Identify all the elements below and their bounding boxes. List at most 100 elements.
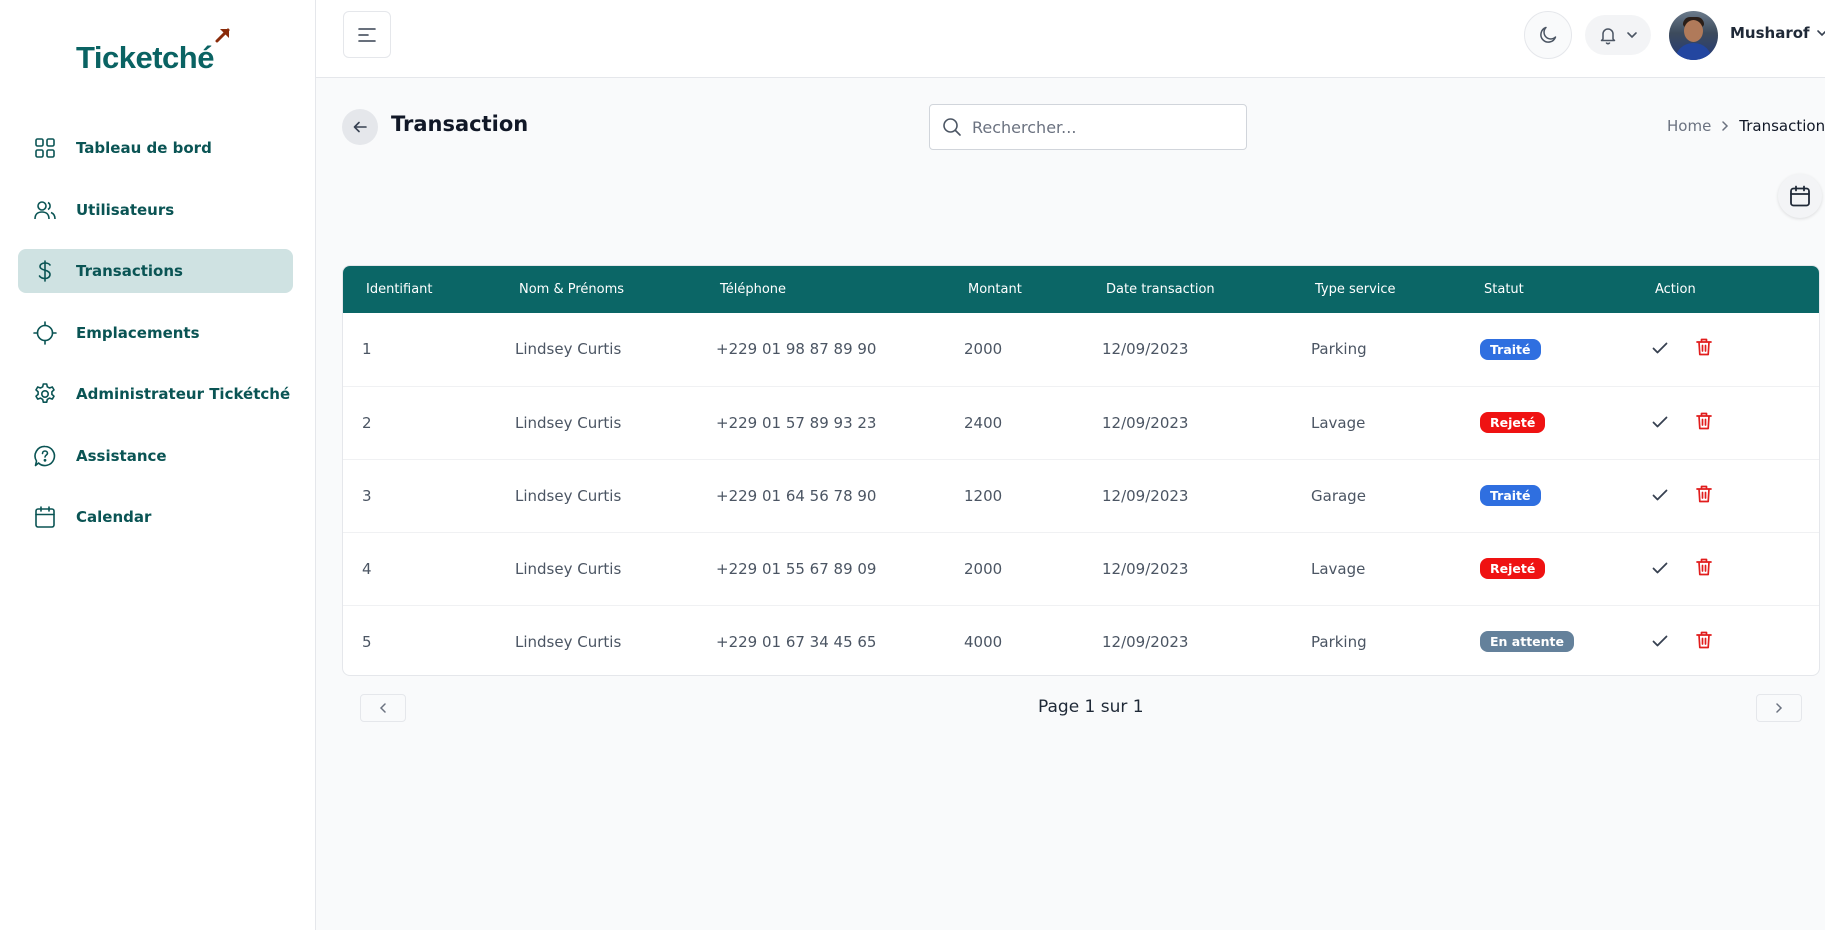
cell-name: Lindsey Curtis xyxy=(515,559,622,578)
transactions-table: Identifiant Nom & Prénoms Téléphone Mont… xyxy=(342,265,1820,676)
cell-service: Parking xyxy=(1311,632,1367,651)
chevron-right-icon xyxy=(1776,703,1783,713)
cell-status: Traité xyxy=(1461,459,1632,532)
delete-button[interactable] xyxy=(1696,558,1712,580)
column-header-date[interactable]: Date transaction xyxy=(1083,266,1292,313)
approve-button[interactable] xyxy=(1652,560,1668,578)
cell-actions xyxy=(1632,605,1819,675)
cell-actions xyxy=(1632,313,1819,386)
column-header-action: Action xyxy=(1655,282,1696,297)
pagination-info: Page 1 sur 1 xyxy=(1038,697,1144,717)
top-bar: Musharof xyxy=(316,0,1825,78)
brand-logo[interactable]: Ticketché xyxy=(76,26,230,76)
sidebar-item-assistance[interactable]: Assistance xyxy=(18,434,293,478)
column-header-status[interactable]: Statut xyxy=(1461,266,1632,313)
search-box xyxy=(929,104,1247,150)
approve-button[interactable] xyxy=(1652,414,1668,432)
moon-icon xyxy=(1540,26,1557,43)
cell-service: Lavage xyxy=(1311,413,1366,432)
table-row: 4 Lindsey Curtis +229 01 55 67 89 09 2000 12… xyxy=(343,532,1819,605)
cell-phone: +229 01 67 34 45 65 xyxy=(716,632,877,651)
back-button[interactable] xyxy=(342,109,378,145)
cell-date: 12/09/2023 xyxy=(1102,632,1189,651)
user-menu[interactable]: Musharof xyxy=(1730,24,1825,42)
chevron-right-icon xyxy=(1722,121,1729,131)
brand-name: Ticketché xyxy=(76,40,214,75)
cell-phone: +229 01 57 89 93 23 xyxy=(716,413,877,432)
cell-amount: 2000 xyxy=(964,340,1003,359)
table-row: 3 Lindsey Curtis +229 01 64 56 78 90 1200 12… xyxy=(343,459,1819,532)
column-header-id[interactable]: Identifiant xyxy=(343,266,496,313)
breadcrumb: Home Transaction xyxy=(1667,117,1825,135)
help-chat-icon xyxy=(32,443,58,469)
cell-date: 12/09/2023 xyxy=(1102,486,1189,505)
cell-id: 4 xyxy=(362,559,372,578)
next-page-button[interactable] xyxy=(1756,694,1802,722)
trash-icon xyxy=(1696,412,1712,429)
delete-button[interactable] xyxy=(1696,485,1712,507)
calendar-icon xyxy=(1790,185,1810,207)
sidebar-item-locations[interactable]: Emplacements xyxy=(18,311,293,355)
sidebar-item-admin[interactable]: Administrateur Tickétché xyxy=(18,372,293,416)
column-header-phone[interactable]: Téléphone xyxy=(697,266,945,313)
column-header-amount[interactable]: Montant xyxy=(945,266,1083,313)
notifications-button[interactable] xyxy=(1585,15,1651,55)
search-icon xyxy=(943,118,961,136)
breadcrumb-home[interactable]: Home xyxy=(1667,117,1711,135)
cell-amount: 2000 xyxy=(964,559,1003,578)
search-input[interactable] xyxy=(972,117,1232,137)
dollar-icon xyxy=(32,258,58,284)
check-icon xyxy=(1652,416,1668,427)
calendar-icon xyxy=(32,504,58,530)
delete-button[interactable] xyxy=(1696,338,1712,360)
approve-button[interactable] xyxy=(1652,487,1668,505)
cell-amount: 4000 xyxy=(964,632,1003,651)
cell-id: 2 xyxy=(362,413,372,432)
trash-icon xyxy=(1696,338,1712,356)
status-badge: En attente xyxy=(1480,631,1575,653)
gear-icon xyxy=(32,381,58,407)
cell-actions xyxy=(1632,386,1819,459)
status-badge: Traité xyxy=(1480,338,1541,360)
check-icon xyxy=(1652,342,1668,354)
status-badge: Rejeté xyxy=(1480,558,1546,579)
approve-button[interactable] xyxy=(1652,633,1668,651)
table-row: 1 Lindsey Curtis +229 01 98 87 89 90 2000 12… xyxy=(343,313,1819,386)
status-badge: Traité xyxy=(1480,485,1541,506)
dark-mode-toggle[interactable] xyxy=(1524,11,1572,59)
cell-service: Lavage xyxy=(1311,559,1366,578)
cell-name: Lindsey Curtis xyxy=(515,340,622,359)
sidebar-item-label: Emplacements xyxy=(76,323,200,342)
sidebar-item-label: Assistance xyxy=(76,446,167,465)
sidebar-item-label: Utilisateurs xyxy=(76,200,175,219)
column-header-service[interactable]: Type service xyxy=(1292,266,1461,313)
delete-button[interactable] xyxy=(1696,412,1712,434)
previous-page-button[interactable] xyxy=(360,694,406,722)
calendar-button[interactable] xyxy=(1778,174,1822,218)
page-title: Transaction xyxy=(391,112,529,136)
cell-name: Lindsey Curtis xyxy=(515,632,622,651)
trash-icon xyxy=(1696,485,1712,502)
column-header-name[interactable]: Nom & Prénoms xyxy=(496,266,697,313)
arrow-up-right-icon xyxy=(215,28,230,43)
sidebar-item-users[interactable]: Utilisateurs xyxy=(18,188,293,232)
cell-phone: +229 01 64 56 78 90 xyxy=(716,486,877,505)
cell-id: 5 xyxy=(362,632,372,651)
sidebar-item-calendar[interactable]: Calendar xyxy=(18,495,293,539)
cell-status: Rejeté xyxy=(1461,386,1632,459)
chevron-down-icon xyxy=(1816,30,1825,37)
menu-toggle-button[interactable] xyxy=(343,11,391,58)
cell-name: Lindsey Curtis xyxy=(515,486,622,505)
avatar[interactable] xyxy=(1669,11,1718,60)
chevron-left-icon xyxy=(379,703,386,713)
cell-actions xyxy=(1632,459,1819,532)
cell-amount: 1200 xyxy=(964,486,1003,505)
approve-button[interactable] xyxy=(1652,340,1668,358)
cell-service: Garage xyxy=(1311,486,1366,505)
check-icon xyxy=(1652,562,1668,573)
delete-button[interactable] xyxy=(1696,631,1712,653)
cell-status: Traité xyxy=(1461,313,1632,386)
sidebar-item-transactions[interactable]: Transactions xyxy=(18,249,293,293)
sidebar-item-dashboard[interactable]: Tableau de bord xyxy=(18,126,293,170)
grid-icon xyxy=(32,135,58,161)
